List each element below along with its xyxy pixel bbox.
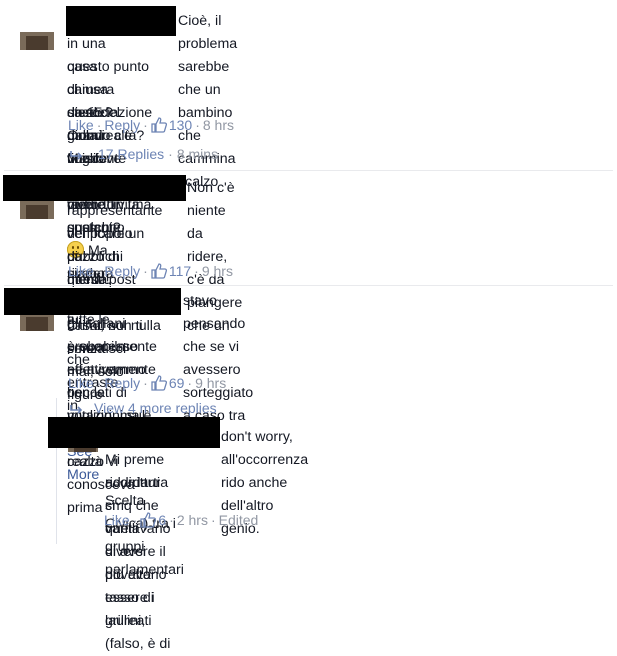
divider [4, 170, 613, 171]
comment-text: Cioè, il problema sarebbe che un bambino… [178, 13, 238, 190]
redacted-name [4, 288, 181, 315]
reply-link[interactable]: Reply [104, 117, 140, 133]
divider [4, 285, 613, 286]
comment-actions: Like · Reply · 69 · 9 hrs [68, 375, 227, 391]
edited-label[interactable]: Edited [219, 512, 259, 528]
reply-arrow-icon [70, 151, 83, 160]
comment-text: Scelta Civica) tra i gruppi parlamentari [105, 493, 184, 578]
like-count[interactable]: 6 [140, 512, 166, 528]
reply-link[interactable]: Reply [104, 263, 140, 279]
avatar[interactable] [20, 313, 54, 331]
like-count[interactable]: 130 [151, 117, 192, 133]
timestamp[interactable]: 9 hrs [195, 375, 226, 391]
comment-actions: Like · Reply · 117 · 9 hrs [68, 263, 233, 279]
avatar[interactable] [20, 32, 54, 50]
like-count[interactable]: 69 [151, 375, 184, 391]
replies-link[interactable]: 17 Replies · 8 mins [70, 146, 218, 162]
thumbs-up-icon [151, 263, 167, 279]
like-link[interactable]: Like [68, 375, 94, 391]
comment-actions: Like · 6 · 2 hrs · Edited [104, 512, 259, 528]
view-more-replies-link[interactable]: View 4 more replies [70, 400, 217, 416]
timestamp[interactable]: 8 hrs [203, 117, 234, 133]
redacted-name [3, 175, 186, 201]
thumbs-up-icon [151, 117, 167, 133]
comment-actions: Like · Reply · 130 · 8 hrs [68, 117, 234, 133]
timestamp[interactable]: 2 hrs [177, 512, 208, 528]
like-link[interactable]: Like [68, 263, 94, 279]
like-count[interactable]: 117 [151, 263, 191, 279]
reply-arrow-icon [70, 405, 83, 414]
timestamp[interactable]: 9 hrs [202, 263, 233, 279]
like-link[interactable]: Like [68, 117, 94, 133]
avatar[interactable] [20, 201, 54, 219]
thumbs-up-icon [140, 512, 157, 528]
like-link[interactable]: Like [104, 512, 130, 528]
redacted-name [48, 417, 220, 448]
reply-link[interactable]: Reply [104, 375, 140, 391]
thumbs-up-icon [151, 375, 167, 391]
redacted-name [66, 6, 176, 36]
